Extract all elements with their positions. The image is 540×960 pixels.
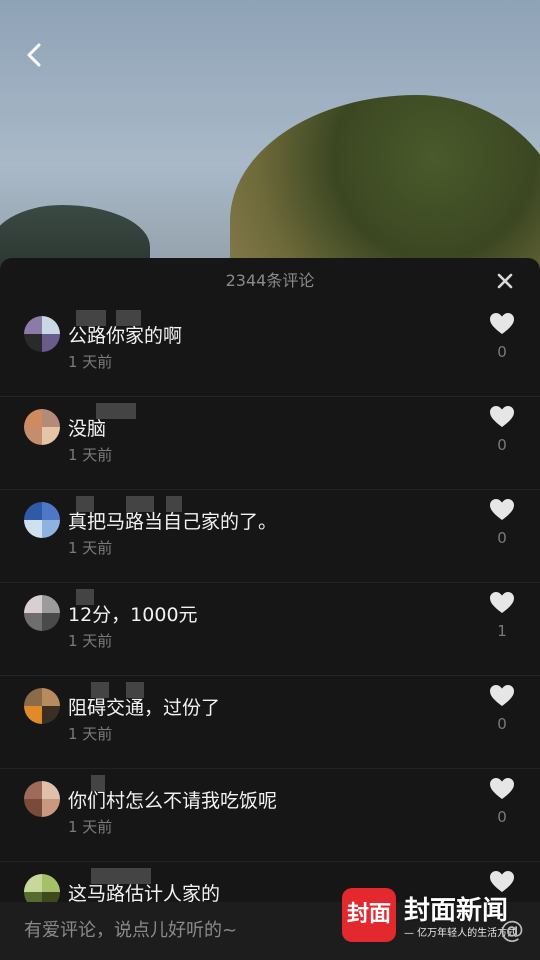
comment-time: 1 天前 (68, 353, 113, 371)
comment-time: 1 天前 (68, 446, 113, 464)
like-count: 0 (497, 343, 507, 361)
comment-count: 2344条评论 (225, 271, 315, 290)
avatar[interactable] (24, 874, 60, 902)
like-button[interactable]: 0 (484, 490, 520, 562)
comment-text: 这马路估计人家的 (68, 883, 221, 902)
comment-text: 12分，1000元 (68, 604, 198, 626)
comment-text: 你们村怎么不请我吃饭呢 (68, 790, 278, 812)
like-count: 0 (497, 808, 507, 826)
avatar[interactable] (24, 781, 60, 817)
video-background (0, 0, 540, 300)
like-count: 1 (497, 622, 507, 640)
back-button[interactable] (20, 40, 50, 70)
like-button[interactable]: 0 (484, 397, 520, 469)
watermark-logo: 封面 (342, 888, 396, 942)
comment-time: 1 天前 (68, 632, 113, 650)
heart-icon (490, 313, 514, 334)
comment-row[interactable]: 没脑 1 天前 0 (0, 397, 540, 490)
comment-text: 真把马路当自己家的了。 (68, 511, 278, 533)
avatar[interactable] (24, 316, 60, 352)
heart-icon (490, 592, 514, 613)
close-icon (497, 273, 513, 289)
like-count: 0 (497, 715, 507, 733)
comment-sheet: 2344条评论 公路你家的啊 1 天前 0 没脑 1 天前 0 真把马路当自己家的了。 1 天… (0, 258, 540, 960)
avatar[interactable] (24, 595, 60, 631)
chevron-left-icon (27, 43, 41, 67)
like-button[interactable]: 0 (484, 676, 520, 748)
comment-row[interactable]: 公路你家的啊 1 天前 0 (0, 304, 540, 397)
comment-text: 阻碍交通，过份了 (68, 697, 221, 719)
comment-row[interactable]: 12分，1000元 1 天前 1 (0, 583, 540, 676)
comment-time: 1 天前 (68, 725, 113, 743)
like-button[interactable]: 1 (484, 583, 520, 655)
heart-icon (490, 778, 514, 799)
heart-icon (490, 406, 514, 427)
avatar[interactable] (24, 502, 60, 538)
heart-icon (490, 685, 514, 706)
comment-row[interactable]: 阻碍交通，过份了 1 天前 0 (0, 676, 540, 769)
avatar[interactable] (24, 409, 60, 445)
like-button[interactable]: 0 (484, 304, 520, 376)
comment-text: 公路你家的啊 (68, 325, 183, 347)
like-count: 0 (497, 529, 507, 547)
like-count: 0 (497, 436, 507, 454)
close-button[interactable] (492, 258, 518, 304)
comment-time: 1 天前 (68, 539, 113, 557)
avatar[interactable] (24, 688, 60, 724)
comment-row[interactable]: 真把马路当自己家的了。 1 天前 0 (0, 490, 540, 583)
like-button[interactable]: 0 (484, 769, 520, 841)
watermark-at: @ (500, 916, 524, 944)
comment-time: 1 天前 (68, 818, 113, 836)
heart-icon (490, 499, 514, 520)
comment-input-placeholder: 有爱评论，说点儿好听的~ (24, 920, 238, 941)
comment-list[interactable]: 公路你家的啊 1 天前 0 没脑 1 天前 0 真把马路当自己家的了。 1 天前 0 12分，10… (0, 304, 540, 902)
watermark: 封面 封面新闻 — 亿万年轻人的生活方式 @ (342, 888, 532, 944)
comment-sheet-header: 2344条评论 (0, 258, 540, 304)
comment-text: 没脑 (68, 418, 107, 440)
watermark-title: 封面新闻 (404, 896, 509, 926)
comment-row[interactable]: 你们村怎么不请我吃饭呢 1 天前 0 (0, 769, 540, 862)
